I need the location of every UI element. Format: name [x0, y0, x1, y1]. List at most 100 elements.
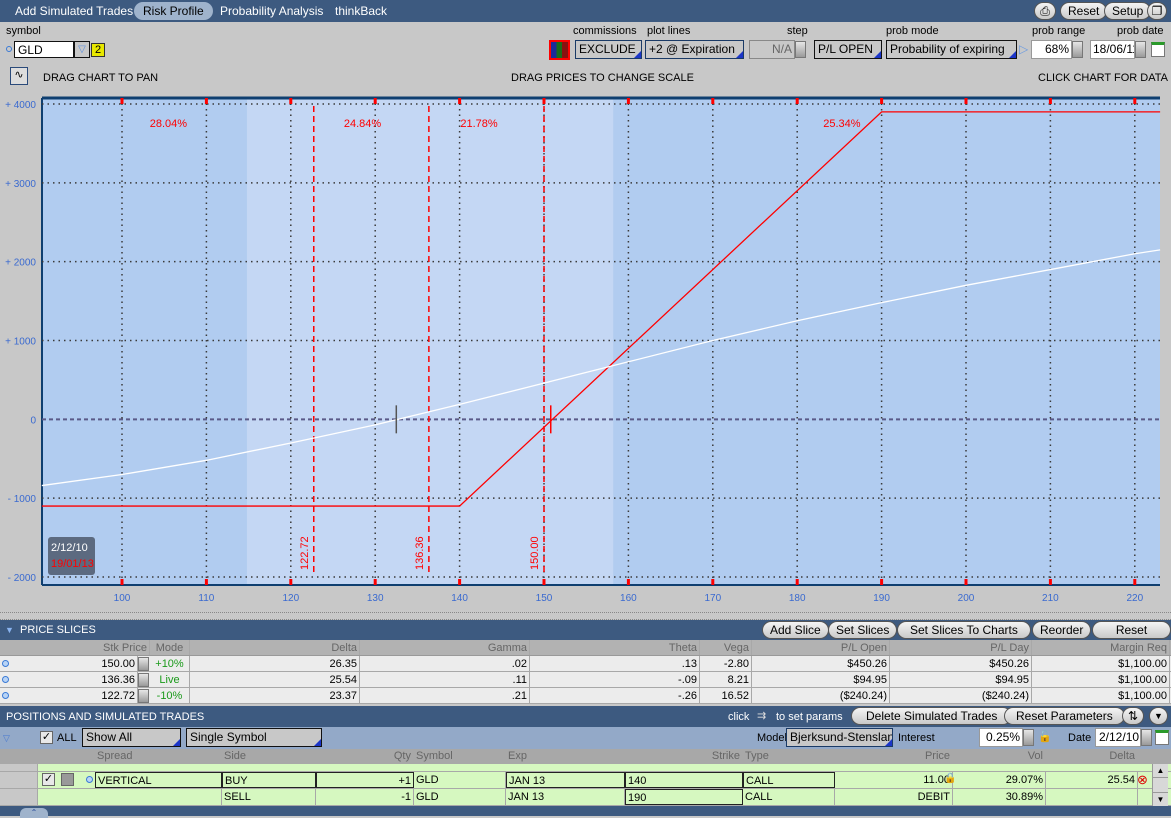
expand-up-icon[interactable]: ⌃ — [20, 808, 48, 818]
row-link-icon[interactable] — [2, 692, 9, 699]
row-link-icon[interactable] — [2, 660, 9, 667]
reset-slices-button[interactable]: Reset Slices — [1092, 621, 1171, 653]
tab-thinkback[interactable]: thinkBack — [326, 2, 396, 20]
column-header[interactable]: Strike — [625, 749, 743, 764]
positions-title: POSITIONS AND SIMULATED TRADES — [6, 711, 205, 723]
pl-mode-select[interactable]: P/L OPEN — [814, 40, 882, 59]
column-header[interactable]: Spread — [95, 749, 222, 764]
column-header[interactable]: Theta — [530, 640, 700, 655]
reorder-button[interactable]: Reorder — [1032, 621, 1092, 639]
column-header[interactable]: Vol — [954, 749, 1046, 764]
prob-range-spinner[interactable] — [1072, 41, 1083, 58]
collapse-panel-icon[interactable]: ▼ — [1149, 707, 1168, 725]
tab-probability-analysis[interactable]: Probability Analysis — [211, 2, 332, 20]
position-checkbox[interactable]: ✓ — [42, 773, 55, 786]
set-slices-to-charts-button[interactable]: Set Slices To Charts — [897, 621, 1031, 639]
tab-risk-profile[interactable]: Risk Profile — [134, 2, 213, 20]
column-header[interactable]: P/L Open — [752, 640, 890, 655]
step-spinner[interactable] — [795, 41, 806, 58]
column-header[interactable]: Type — [743, 749, 835, 764]
analyze-icon[interactable]: ⇅ — [1122, 707, 1144, 725]
interest-spinner[interactable] — [1023, 729, 1034, 746]
risk-profile-chart[interactable]: + 4000 + 3000 + 2000 + 1000 0 - 1000 - 2000 100… — [0, 90, 1171, 612]
chart-type-icon[interactable]: ∿ — [10, 67, 28, 85]
lock-icon[interactable]: 🔒 — [944, 773, 956, 784]
step-input[interactable]: N/A — [749, 40, 795, 59]
prob-date-input[interactable]: 18/06/11 — [1090, 40, 1135, 59]
grouping-select[interactable]: Single Symbol — [186, 728, 322, 747]
stk-price-spinner[interactable] — [138, 673, 149, 687]
position-qty[interactable]: +1 — [316, 772, 414, 788]
color-grid-icon[interactable] — [549, 40, 570, 60]
position-row[interactable]: VERTICAL BUY +1 GLD JAN 13 140 CALL 11.00 29.07%… — [0, 772, 1171, 789]
column-header[interactable]: Gamma — [360, 640, 530, 655]
positions-scrollbar[interactable]: ▲ ▼ — [1152, 764, 1168, 806]
column-header[interactable]: Qty — [316, 749, 414, 764]
column-header[interactable]: Vega — [700, 640, 752, 655]
tab-add-simulated-trades[interactable]: Add Simulated Trades — [6, 2, 142, 20]
row-link-icon[interactable] — [2, 676, 9, 683]
show-filter-select[interactable]: Show All — [82, 728, 181, 747]
column-header[interactable]: Mode — [150, 640, 190, 655]
model-select[interactable]: Bjerksund-Stensland — [786, 728, 893, 747]
column-header[interactable]: P/L Day — [890, 640, 1032, 655]
position-type[interactable]: CALL — [743, 772, 835, 788]
slice-stk-price[interactable]: 122.72 — [10, 688, 138, 703]
add-slice-button[interactable]: Add Slice — [762, 621, 829, 639]
position-side[interactable]: BUY — [222, 772, 316, 788]
slice-stk-price[interactable]: 136.36 — [10, 672, 138, 687]
date-spinner[interactable] — [1141, 729, 1152, 746]
remove-icon[interactable]: ⊗ — [1137, 772, 1148, 788]
price-slice-row[interactable]: 122.72 -10% 23.37.21 -.26 16.52 ($240.24) ($24… — [0, 688, 1171, 704]
splitter-handle[interactable] — [0, 612, 1171, 620]
column-header[interactable]: Symbol — [414, 749, 506, 764]
calendar-icon[interactable] — [1151, 42, 1165, 57]
stk-price-spinner[interactable] — [138, 689, 149, 703]
prob-mode-select[interactable]: Probability of expiring — [886, 40, 1017, 59]
commissions-select[interactable]: EXCLUDE — [575, 40, 642, 59]
print-icon[interactable]: ⎙ — [1034, 2, 1056, 20]
all-checkbox[interactable]: ✓ — [40, 731, 53, 744]
column-header[interactable]: Price — [835, 749, 953, 764]
y-tick-label: 0 — [30, 415, 36, 426]
plot-lines-select[interactable]: +2 @ Expiration — [645, 40, 744, 59]
unlock-icon[interactable]: 🔓 — [1038, 730, 1052, 743]
expand-icon[interactable]: ▽ — [3, 733, 10, 744]
price-slice-row[interactable]: 136.36 Live 25.54.11 -.09 8.21 $94.95 $94.95 $1… — [0, 672, 1171, 688]
symbol-input[interactable]: GLD — [14, 41, 74, 58]
date-calendar-icon[interactable] — [1155, 730, 1169, 745]
position-exp[interactable]: JAN 13 — [506, 772, 625, 788]
symbol-dropdown-icon[interactable]: ▽ — [74, 41, 90, 58]
position-spread[interactable]: VERTICAL — [95, 772, 222, 788]
column-header[interactable]: Stk Price — [10, 640, 150, 655]
position-strike[interactable]: 140 — [625, 772, 743, 788]
column-header[interactable]: Margin Req — [1032, 640, 1170, 655]
slice-theta: -.09 — [530, 672, 700, 687]
slice-stk-price[interactable]: 150.00 — [10, 656, 138, 671]
position-row[interactable]: SELL -1 GLD JAN 13 190 CALL DEBIT 30.89% — [0, 789, 1171, 806]
setup-button[interactable]: Setup — [1104, 2, 1152, 20]
position-chart-toggle[interactable] — [61, 773, 74, 786]
position-row-partial[interactable]: SINGLEBUY+3GLDSEP 11185CALL4.3826.83%123… — [0, 764, 1171, 772]
set-slices-button[interactable]: Set Slices — [828, 621, 898, 639]
delete-simulated-trades-button[interactable]: Delete Simulated Trades — [851, 707, 1013, 725]
stk-price-spinner[interactable] — [138, 657, 149, 671]
reset-parameters-button[interactable]: Reset Parameters — [1004, 707, 1125, 725]
interest-input[interactable]: 0.25% — [979, 728, 1023, 747]
expand-arrow-icon[interactable]: ▷ — [1019, 42, 1028, 56]
price-slice-row[interactable]: 150.00 +10% 26.35.02.13 -2.80 $450.26 $450.26… — [0, 656, 1171, 672]
row-link-icon[interactable] — [86, 776, 93, 783]
column-header[interactable]: Side — [222, 749, 316, 764]
column-header[interactable]: Exp — [506, 749, 625, 764]
prob-date-spinner[interactable] — [1135, 41, 1146, 58]
position-strike[interactable]: 190 — [625, 789, 743, 805]
reset-button[interactable]: Reset — [1060, 2, 1108, 20]
prob-range-input[interactable]: 68% — [1031, 40, 1072, 59]
collapse-icon[interactable]: ▼ — [5, 625, 14, 635]
column-header[interactable]: Delta — [1046, 749, 1138, 764]
symbol-link-badge[interactable]: 2 — [91, 43, 105, 57]
date-input[interactable]: 2/12/10 — [1095, 728, 1141, 747]
column-header[interactable]: Delta — [190, 640, 360, 655]
slice-p-l-open: $94.95 — [752, 672, 890, 687]
detach-icon[interactable]: ❐ — [1147, 2, 1167, 20]
